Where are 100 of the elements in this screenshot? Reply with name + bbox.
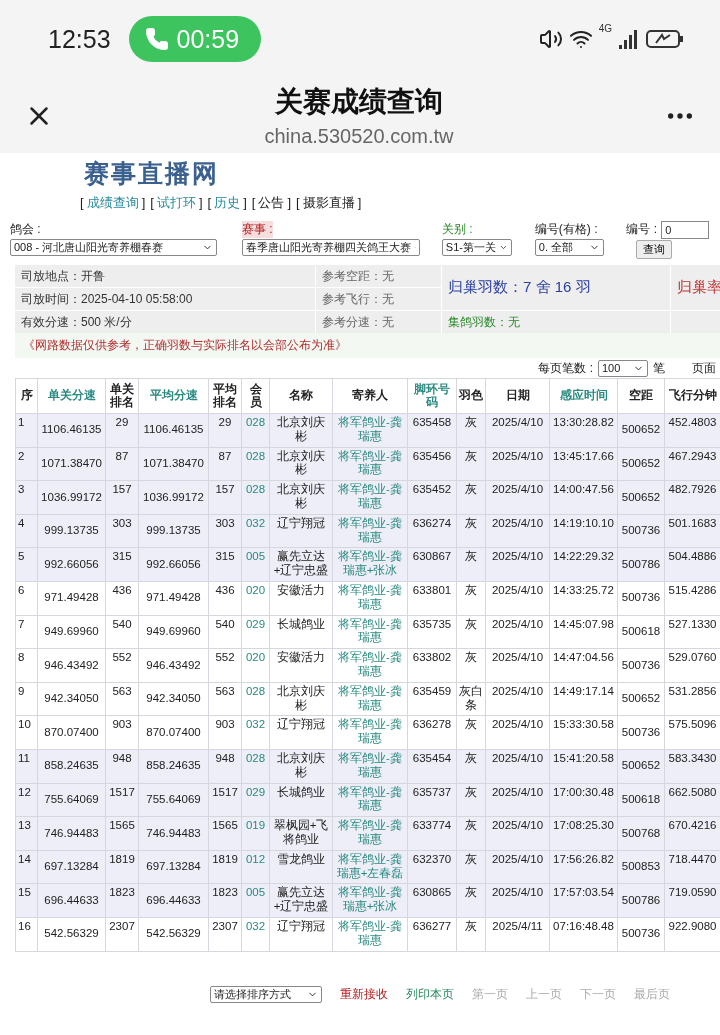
table-cell: 87 — [208, 447, 242, 481]
table-cell[interactable]: 028 — [241, 413, 270, 448]
column-header: 羽色 — [456, 378, 486, 414]
table-cell[interactable]: 将军鸽业-龚瑞惠 — [332, 816, 408, 851]
table-cell: 灰 — [456, 514, 486, 548]
table-cell: 697.13284 — [138, 850, 209, 884]
table-cell: 1823 — [208, 883, 242, 918]
nav-link[interactable]: 摄影直播 — [302, 195, 355, 210]
info-cell: 集鸽羽数：无 — [442, 311, 670, 333]
table-cell: 315 — [105, 547, 139, 582]
table-cell: 999.13735 — [138, 514, 209, 548]
table-cell: 14:45:07.98 — [549, 615, 618, 649]
volume-icon — [538, 27, 563, 51]
nav-link[interactable]: 历史 — [214, 195, 241, 210]
bracket: [ — [251, 195, 256, 210]
nav-link[interactable]: 试打环 — [156, 195, 196, 210]
table-cell[interactable]: 将军鸽业-龚瑞惠 — [332, 648, 408, 683]
query-button[interactable]: 查询 — [636, 240, 672, 259]
table-cell: 2025/4/10 — [485, 514, 550, 548]
table-cell: 157 — [105, 480, 139, 515]
column-header[interactable]: 平均分速 — [138, 378, 209, 414]
filter-dropdown[interactable]: S1-第一关 — [441, 239, 512, 256]
table-cell[interactable]: 028 — [241, 447, 270, 481]
sort-dropdown[interactable]: 请选择排序方式 — [210, 985, 322, 1003]
table-cell[interactable]: 将军鸽业-龚瑞惠 — [332, 514, 408, 548]
column-header[interactable]: 脚环号码 — [407, 378, 457, 414]
call-timer-pill[interactable]: 00:59 — [128, 16, 262, 62]
bracket: ] — [141, 195, 146, 210]
table-cell: 14:19:10.10 — [549, 514, 618, 548]
table-cell[interactable]: 020 — [241, 648, 270, 683]
table-cell: 2025/4/10 — [485, 850, 550, 884]
filter-label: 鸽会 : — [10, 221, 41, 238]
nav-link[interactable]: 公告 — [258, 195, 285, 210]
signal-icon — [618, 29, 640, 49]
nav-link[interactable]: 成绩查询 — [86, 195, 139, 210]
table-cell[interactable]: 将军鸽业-龚瑞惠 — [332, 413, 408, 448]
table-cell: 697.13284 — [37, 850, 106, 884]
column-header[interactable]: 单关分速 — [37, 378, 106, 414]
table-cell: 1565 — [208, 816, 242, 851]
table-cell[interactable]: 将军鸽业-龚瑞惠 — [332, 783, 408, 817]
table-cell[interactable]: 将军鸽业-龚瑞惠+左春磊 — [332, 850, 408, 884]
table-cell[interactable]: 019 — [241, 816, 270, 851]
column-header[interactable]: 感应时间 — [549, 378, 618, 414]
table-cell: 17:56:26.82 — [549, 850, 618, 884]
clock-time: 12:53 — [48, 24, 111, 54]
table-cell[interactable]: 032 — [241, 715, 270, 750]
table-cell[interactable]: 028 — [241, 480, 270, 515]
table-cell: 500652 — [617, 682, 665, 716]
table-cell: 1036.99172 — [138, 480, 209, 515]
table-cell: 14:00:47.56 — [549, 480, 618, 515]
column-header: 空距 — [617, 378, 665, 414]
table-cell[interactable]: 005 — [241, 883, 270, 918]
table-cell[interactable]: 032 — [241, 917, 270, 951]
table-cell[interactable]: 028 — [241, 749, 270, 784]
table-cell[interactable]: 020 — [241, 581, 270, 616]
filter-dropdown[interactable]: 0. 全部 — [534, 239, 605, 256]
table-cell[interactable]: 028 — [241, 682, 270, 716]
table-cell[interactable]: 029 — [241, 783, 270, 817]
table-cell[interactable]: 将军鸽业-龚瑞惠 — [332, 447, 408, 481]
battery-icon — [646, 29, 684, 49]
page-size-dropdown[interactable]: 100 — [598, 359, 648, 377]
table-cell[interactable]: 将军鸽业-龚瑞惠+张冰 — [332, 883, 408, 918]
table-cell: 746.94483 — [37, 816, 106, 851]
table-cell[interactable]: 将军鸽业-龚瑞惠 — [332, 917, 408, 951]
table-cell: 563 — [105, 682, 139, 716]
table-cell: 14:47:04.56 — [549, 648, 618, 683]
table-cell: 灰 — [456, 816, 486, 851]
filter-dropdown[interactable]: 春季唐山阳光寄养棚四关鸽王大赛 — [241, 239, 420, 256]
table-cell[interactable]: 将军鸽业-龚瑞惠 — [332, 682, 408, 716]
table-cell: 870.07400 — [37, 715, 106, 750]
table-cell: 942.34050 — [37, 682, 106, 716]
table-cell[interactable]: 029 — [241, 615, 270, 649]
table-cell[interactable]: 将军鸽业-龚瑞惠+张冰 — [332, 547, 408, 582]
table-cell: 灰 — [456, 447, 486, 481]
footer-link[interactable]: 列印本页 — [406, 985, 454, 1003]
table-cell[interactable]: 032 — [241, 514, 270, 548]
table-cell[interactable]: 将军鸽业-龚瑞惠 — [332, 480, 408, 515]
info-cell: 有效分速：500 米/分 — [15, 311, 315, 333]
number-input[interactable]: 0 — [661, 221, 710, 239]
table-cell[interactable]: 将军鸽业-龚瑞惠 — [332, 715, 408, 750]
footer-link[interactable]: 重新接收 — [340, 985, 388, 1003]
filter-dropdown[interactable]: 008 - 河北唐山阳光寄养棚春赛 — [10, 239, 217, 256]
info-cell: 参考分速：无 — [316, 311, 441, 333]
table-cell: 2025/4/10 — [485, 480, 550, 515]
table-cell: 10 — [15, 715, 38, 750]
table-cell: 500652 — [617, 749, 665, 784]
table-cell[interactable]: 012 — [241, 850, 270, 884]
table-cell[interactable]: 将军鸽业-龚瑞惠 — [332, 581, 408, 616]
table-cell: 11 — [15, 749, 38, 784]
bracket: ] — [287, 195, 291, 210]
table-cell: 7 — [15, 615, 38, 649]
table-cell[interactable]: 005 — [241, 547, 270, 582]
table-cell[interactable]: 将军鸽业-龚瑞惠 — [332, 749, 408, 784]
table-cell: 8 — [15, 648, 38, 683]
table-cell: 500768 — [617, 816, 665, 851]
table-cell: 563 — [208, 682, 242, 716]
table-cell: 1517 — [208, 783, 242, 817]
table-cell: 992.66056 — [37, 547, 106, 582]
column-header: 飞行分钟 — [664, 378, 720, 414]
table-cell[interactable]: 将军鸽业-龚瑞惠 — [332, 615, 408, 649]
